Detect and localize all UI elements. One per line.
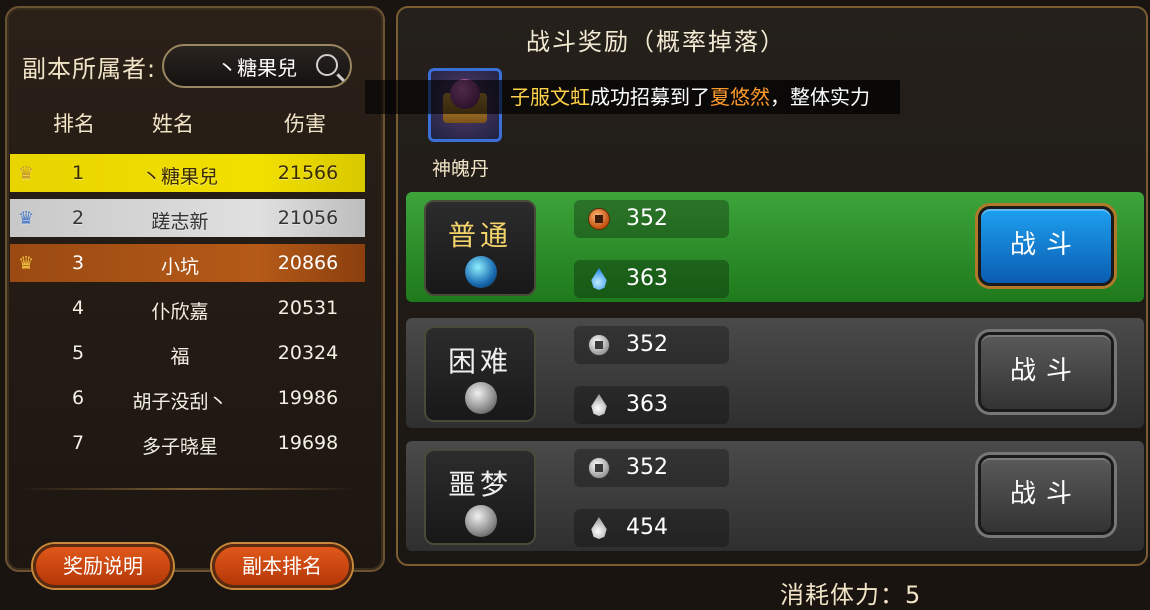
difficulty-label: 噩梦 xyxy=(447,468,512,501)
player-name: 小坑 xyxy=(160,256,199,278)
water-drop-icon xyxy=(591,268,607,290)
gold-crown-icon: ♛ xyxy=(18,163,35,184)
gem-icon xyxy=(465,256,497,288)
water-reward: 363 xyxy=(574,386,729,424)
broadcast-player: 子服文虹 xyxy=(510,85,590,109)
damage-value: 21566 xyxy=(277,162,339,184)
rank-number: 6 xyxy=(71,387,85,409)
dungeon-owner-field[interactable]: 丶糖果兒 xyxy=(162,44,353,88)
rank-number: 3 xyxy=(71,252,85,274)
difficulty-nightmare-row[interactable]: 噩梦 352 454 战斗 xyxy=(406,441,1144,551)
ranking-row-4[interactable]: 4 仆欣嘉 20531 xyxy=(10,289,365,327)
coin-value: 352 xyxy=(626,332,668,357)
reward-info-button[interactable]: 奖励说明 xyxy=(33,544,173,588)
broadcast-text: 成功招募到了 xyxy=(590,85,710,109)
difficulty-label: 困难 xyxy=(447,345,512,378)
header-name: 姓名 xyxy=(152,112,194,136)
player-name: 仆欣嘉 xyxy=(151,301,209,323)
broadcast-banner: 子服文虹成功招募到了夏悠然，整体实力 xyxy=(365,80,900,114)
difficulty-badge: 噩梦 xyxy=(424,449,536,545)
dungeon-rank-button[interactable]: 副本排名 xyxy=(212,544,352,588)
difficulty-hard-row[interactable]: 困难 352 363 战斗 xyxy=(406,318,1144,428)
fight-button[interactable]: 战斗 xyxy=(978,332,1114,412)
ranking-row-2[interactable]: ♛ 2 蹉志新 21056 xyxy=(10,199,365,237)
difficulty-badge: 普通 xyxy=(424,200,536,296)
water-reward: 363 xyxy=(574,260,729,298)
coin-reward: 352 xyxy=(574,449,729,487)
ranking-header: 排名 姓名 伤害 xyxy=(0,108,376,138)
ranking-row-3[interactable]: ♛ 3 小坑 20866 xyxy=(10,244,365,282)
gem-icon xyxy=(465,382,497,414)
ranking-row-7[interactable]: 7 多子晓星 19698 xyxy=(10,424,365,462)
water-drop-icon xyxy=(591,517,607,539)
water-value: 454 xyxy=(626,515,668,540)
stamina-cost: 消耗体力：5 xyxy=(780,581,922,609)
ranking-row-5[interactable]: 5 福 20324 xyxy=(10,334,365,372)
coin-icon xyxy=(588,334,610,356)
player-name: 丶糖果兒 xyxy=(141,166,218,188)
reward-item-name: 神魄丹 xyxy=(432,158,490,180)
dungeon-owner-label: 副本所属者: xyxy=(22,54,157,83)
coin-reward: 352 xyxy=(574,200,729,238)
water-drop-icon xyxy=(591,394,607,416)
header-rank: 排名 xyxy=(53,112,95,136)
player-name: 胡子没刮丶 xyxy=(132,391,228,413)
difficulty-normal-row[interactable]: 普通 352 363 战斗 xyxy=(406,192,1144,302)
water-value: 363 xyxy=(626,392,668,417)
player-name: 蹉志新 xyxy=(151,211,209,233)
dungeon-owner-row: 副本所属者: 丶糖果兒 xyxy=(22,44,353,88)
fight-button[interactable]: 战斗 xyxy=(978,206,1114,286)
ranking-divider xyxy=(18,488,358,490)
ranking-row-1[interactable]: ♛ 1 丶糖果兒 21566 xyxy=(10,154,365,192)
coin-icon xyxy=(588,208,610,230)
rank-number: 7 xyxy=(71,432,85,454)
coin-value: 352 xyxy=(626,455,668,480)
fight-button[interactable]: 战斗 xyxy=(978,455,1114,535)
coin-value: 352 xyxy=(626,206,668,231)
rank-number: 2 xyxy=(71,207,85,229)
player-name: 多子晓星 xyxy=(141,436,218,458)
broadcast-tail: ，整体实力 xyxy=(770,85,870,109)
broadcast-hero: 夏悠然 xyxy=(710,85,770,109)
damage-value: 19986 xyxy=(277,387,339,409)
water-value: 363 xyxy=(626,266,668,291)
damage-value: 21056 xyxy=(277,207,339,229)
dungeon-owner-name: 丶糖果兒 xyxy=(217,55,298,80)
silver-crown-icon: ♛ xyxy=(18,208,35,229)
rank-number: 5 xyxy=(71,342,85,364)
difficulty-label: 普通 xyxy=(447,219,512,252)
ranking-row-6[interactable]: 6 胡子没刮丶 19986 xyxy=(10,379,365,417)
header-damage: 伤害 xyxy=(284,112,326,136)
damage-value: 20866 xyxy=(277,252,339,274)
rank-number: 1 xyxy=(71,162,85,184)
bronze-crown-icon: ♛ xyxy=(18,253,35,274)
damage-value: 20531 xyxy=(277,297,339,319)
damage-value: 19698 xyxy=(277,432,339,454)
difficulty-badge: 困难 xyxy=(424,326,536,422)
rank-number: 4 xyxy=(71,297,85,319)
player-name: 福 xyxy=(170,346,190,368)
gem-icon xyxy=(465,505,497,537)
coin-icon xyxy=(588,457,610,479)
search-icon[interactable] xyxy=(316,54,339,76)
water-reward: 454 xyxy=(574,509,729,547)
reward-title: 战斗奖励（概率掉落） xyxy=(526,28,786,56)
coin-reward: 352 xyxy=(574,326,729,364)
damage-value: 20324 xyxy=(277,342,339,364)
